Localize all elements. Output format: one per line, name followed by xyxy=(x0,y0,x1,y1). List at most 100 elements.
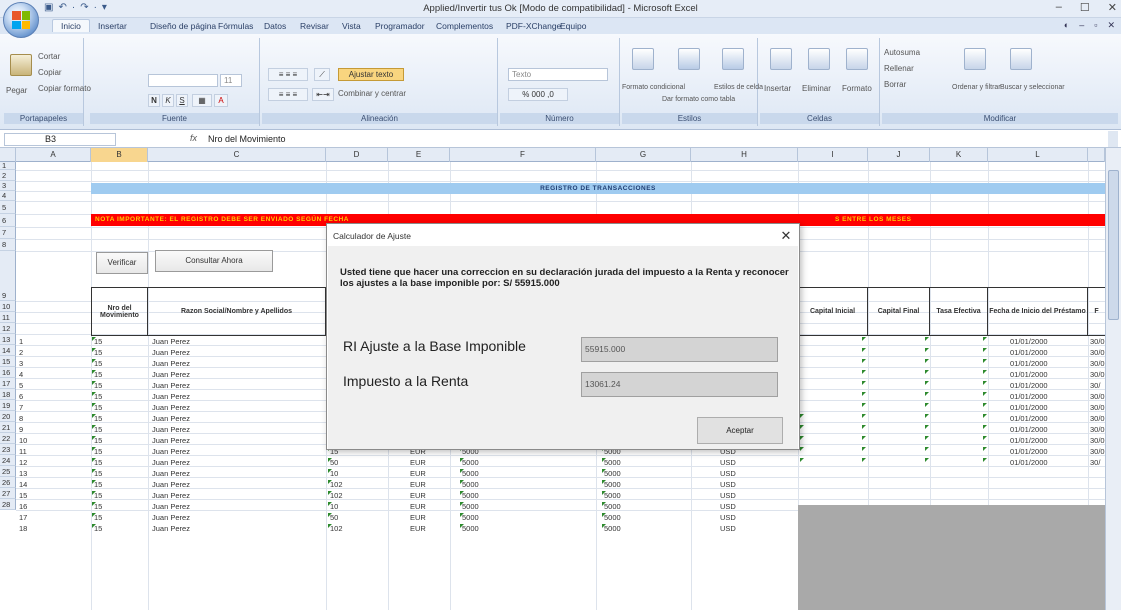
column-header[interactable]: J xyxy=(868,148,930,162)
row-header[interactable]: 27 xyxy=(0,488,16,499)
tab-inicio[interactable]: Inicio xyxy=(52,19,90,32)
cell-nombre[interactable]: Juan Perez xyxy=(152,491,190,500)
cell-nombre[interactable]: Juan Perez xyxy=(152,414,190,423)
cell-fecha-fin[interactable]: 30/0 xyxy=(1090,359,1105,368)
row-header[interactable]: 11 xyxy=(0,312,16,323)
tab-equipo[interactable]: Equipo xyxy=(560,21,586,31)
aceptar-button[interactable]: Aceptar xyxy=(697,417,783,444)
number-format-combo[interactable]: Texto xyxy=(508,68,608,81)
clear-button[interactable]: Borrar xyxy=(884,80,906,89)
cell-moneda-h[interactable]: USD xyxy=(720,480,736,489)
row-header[interactable]: 24 xyxy=(0,455,16,466)
column-header[interactable]: C xyxy=(148,148,326,162)
cell-fecha-fin[interactable]: 30/ xyxy=(1090,381,1105,390)
undo-icon[interactable]: ↶ xyxy=(58,2,66,13)
tab-diseno-pagina[interactable]: Diseño de página xyxy=(150,21,216,31)
row-header[interactable]: 21 xyxy=(0,422,16,433)
cell-moneda-h[interactable]: USD xyxy=(720,458,736,467)
cell-row-number[interactable]: 12 xyxy=(19,458,27,467)
close-button[interactable]: ✕ xyxy=(1108,1,1117,14)
cell-row-number[interactable]: 10 xyxy=(19,436,27,445)
cell-moneda[interactable]: EUR xyxy=(410,513,426,522)
scrollbar-thumb[interactable] xyxy=(1108,170,1119,320)
cell-fecha-inicio[interactable]: 01/01/2000 xyxy=(1010,447,1048,456)
insert-cells-icon[interactable] xyxy=(770,48,792,70)
cell-moneda-h[interactable]: USD xyxy=(720,469,736,478)
name-box[interactable]: B3 xyxy=(4,133,116,146)
row-header[interactable]: 14 xyxy=(0,345,16,356)
fill-button[interactable]: Rellenar xyxy=(884,64,914,73)
column-header[interactable]: H xyxy=(691,148,798,162)
mdi-restore-button[interactable]: ▫ xyxy=(1094,20,1097,31)
cell-row-number[interactable]: 7 xyxy=(19,403,23,412)
cell-nombre[interactable]: Juan Perez xyxy=(152,370,190,379)
row-header[interactable]: 19 xyxy=(0,400,16,411)
paste-icon[interactable] xyxy=(10,54,32,76)
formula-input[interactable]: Nro del Movimiento xyxy=(208,133,286,145)
row-header[interactable]: 15 xyxy=(0,356,16,367)
minimize-button[interactable]: – xyxy=(1056,1,1062,14)
column-header[interactable]: F xyxy=(450,148,596,162)
cell-row-number[interactable]: 8 xyxy=(19,414,23,423)
cell-fecha-fin[interactable]: 30/ xyxy=(1090,458,1105,467)
cell-fecha-fin[interactable]: 30/0 xyxy=(1090,447,1105,456)
cell-moneda[interactable]: EUR xyxy=(410,469,426,478)
conditional-format-icon[interactable] xyxy=(632,48,654,70)
format-table-icon[interactable] xyxy=(678,48,700,70)
cell-fecha-inicio[interactable]: 01/01/2000 xyxy=(1010,370,1048,379)
cell-row-number[interactable]: 11 xyxy=(19,447,27,456)
cell-row-number[interactable]: 9 xyxy=(19,425,23,434)
cell-fecha-fin[interactable]: 30/0 xyxy=(1090,337,1105,346)
sort-filter-button[interactable]: Ordenar y filtrar xyxy=(952,84,1001,91)
cell-fecha-inicio[interactable]: 01/01/2000 xyxy=(1010,414,1048,423)
cell-nombre[interactable]: Juan Perez xyxy=(152,458,190,467)
cell-fecha-inicio[interactable]: 01/01/2000 xyxy=(1010,436,1048,445)
font-color-button[interactable]: A xyxy=(214,94,228,107)
row-header[interactable]: 4 xyxy=(0,191,16,201)
customize-qat-icon[interactable]: ▾ xyxy=(102,2,107,13)
cell-valor-g[interactable]: 5000 xyxy=(604,491,621,500)
mdi-minimize-button[interactable]: – xyxy=(1079,20,1084,31)
italic-button[interactable]: K xyxy=(162,94,174,107)
cell-styles-icon[interactable] xyxy=(722,48,744,70)
column-header[interactable]: B xyxy=(91,148,148,162)
field-impuesto-renta[interactable]: 13061.24 xyxy=(581,372,778,397)
cell-valor-g[interactable]: 5000 xyxy=(604,524,621,533)
column-header[interactable]: K xyxy=(930,148,988,162)
redo-icon[interactable]: ↷ xyxy=(80,2,88,13)
column-header[interactable]: G xyxy=(596,148,691,162)
autosum-button[interactable]: Autosuma xyxy=(884,48,920,57)
cell-fecha-fin[interactable]: 30/0 xyxy=(1090,425,1105,434)
indent-button[interactable]: ⇤⇥ xyxy=(312,88,334,101)
cell-fecha-inicio[interactable]: 01/01/2000 xyxy=(1010,425,1048,434)
cell-valor-f[interactable]: 5000 xyxy=(462,524,479,533)
column-header[interactable]: A xyxy=(16,148,91,162)
cell-fecha-fin[interactable]: 30/0 xyxy=(1090,370,1105,379)
cell-row-number[interactable]: 2 xyxy=(19,348,23,357)
cell-row-number[interactable]: 3 xyxy=(19,359,23,368)
tab-datos[interactable]: Datos xyxy=(264,21,286,31)
conditional-format-button[interactable]: Formato condicional xyxy=(622,84,685,91)
mdi-close-button[interactable]: ✕ xyxy=(1107,20,1115,31)
underline-button[interactable]: S xyxy=(176,94,188,107)
cell-moneda[interactable]: EUR xyxy=(410,502,426,511)
row-header[interactable]: 9 xyxy=(0,251,16,301)
field-ajuste-base[interactable]: 55915.000 xyxy=(581,337,778,362)
cell-moneda-h[interactable]: USD xyxy=(720,491,736,500)
format-cells-icon[interactable] xyxy=(846,48,868,70)
align-left-button[interactable]: ≡ ≡ ≡ xyxy=(268,88,308,101)
cell-fecha-fin[interactable]: 30/0 xyxy=(1090,392,1105,401)
cell-valor-f[interactable]: 5000 xyxy=(462,502,479,511)
row-header[interactable]: 16 xyxy=(0,367,16,378)
copy-button[interactable]: Copiar xyxy=(38,68,62,77)
row-header[interactable]: 8 xyxy=(0,239,16,251)
cell-moneda[interactable]: EUR xyxy=(410,524,426,533)
row-header[interactable]: 1 xyxy=(0,162,16,170)
column-header[interactable]: L xyxy=(988,148,1088,162)
cell-nombre[interactable]: Juan Perez xyxy=(152,480,190,489)
row-header[interactable]: 7 xyxy=(0,227,16,239)
cell-moneda[interactable]: EUR xyxy=(410,458,426,467)
cell-fecha-fin[interactable]: 30/0 xyxy=(1090,348,1105,357)
cell-row-number[interactable]: 16 xyxy=(19,502,27,511)
cell-fecha-inicio[interactable]: 01/01/2000 xyxy=(1010,392,1048,401)
